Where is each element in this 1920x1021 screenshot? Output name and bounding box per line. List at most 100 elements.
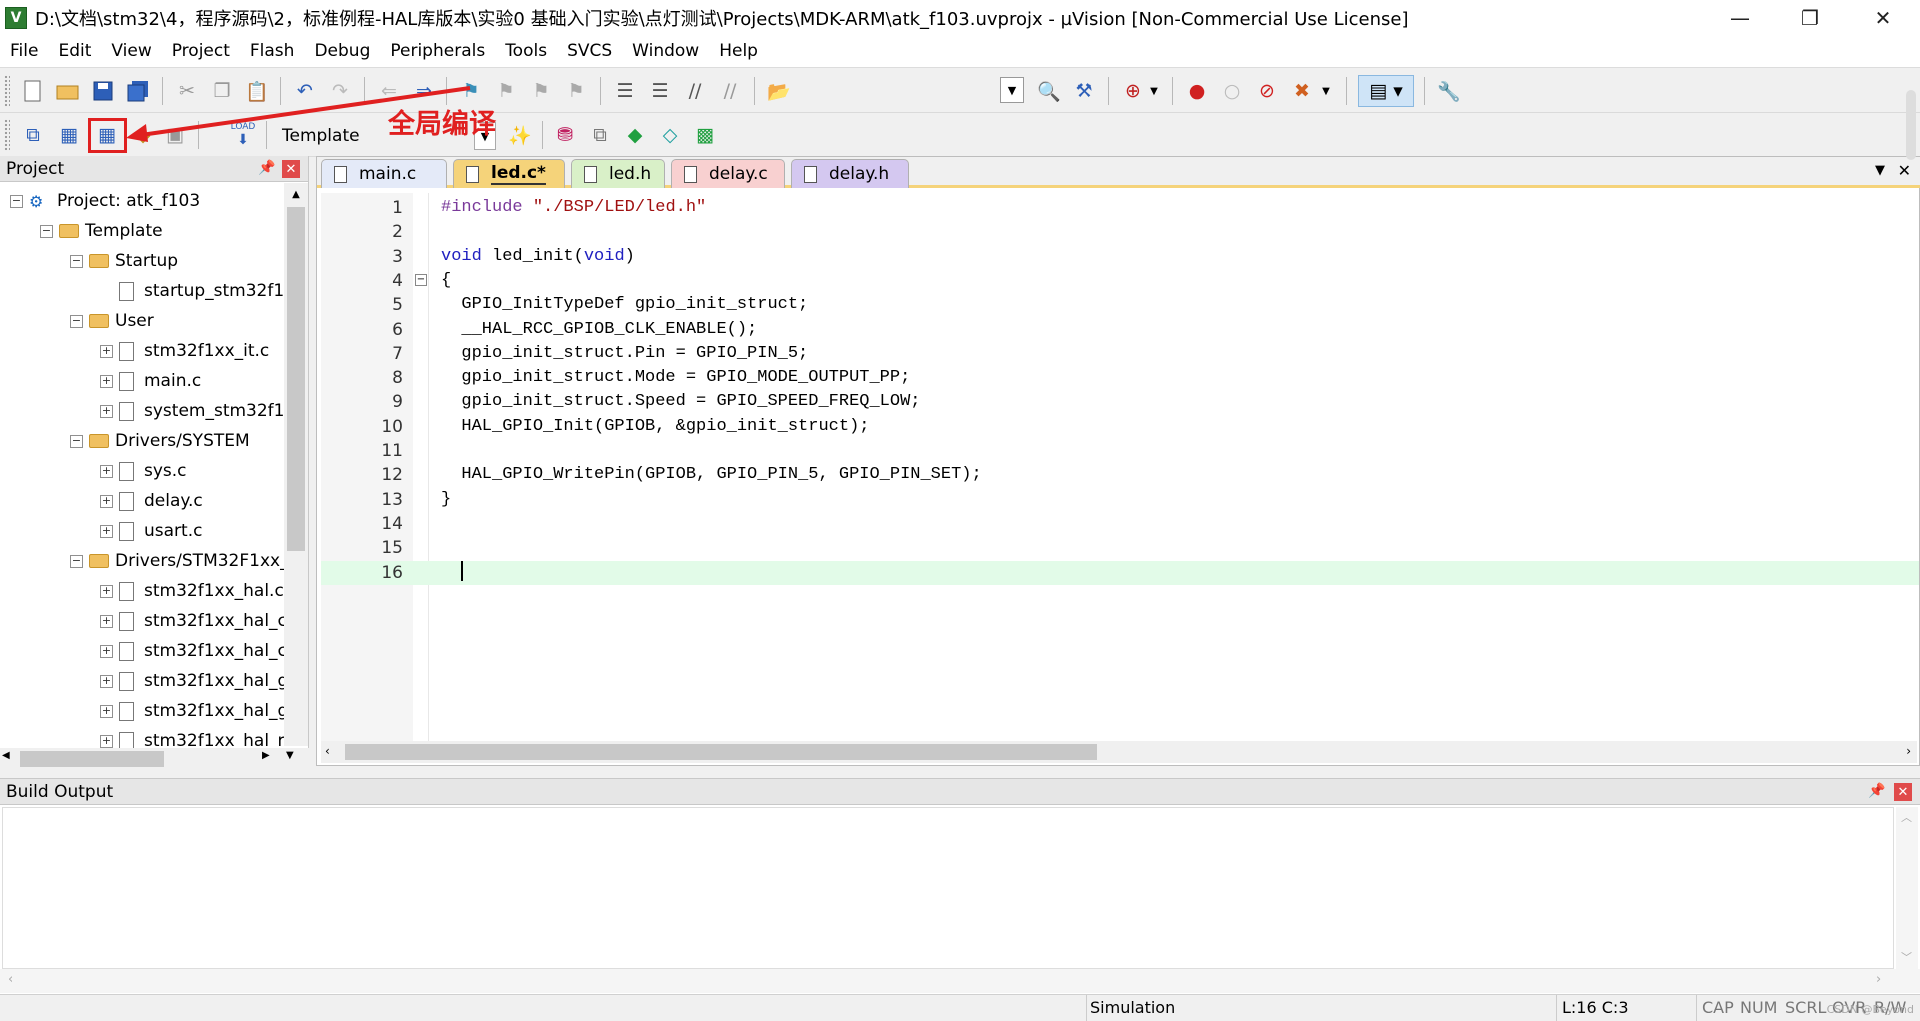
window-vertical-scrollbar[interactable] <box>1906 90 1916 160</box>
scroll-up-icon[interactable]: ︿ <box>1901 809 1912 825</box>
tree-item[interactable]: − Drivers/SYSTEM <box>70 426 250 456</box>
project-horizontal-scrollbar[interactable]: ◀ ▶ ▼ <box>0 748 309 770</box>
collapse-icon[interactable]: − <box>70 254 83 268</box>
tree-item[interactable]: − User <box>70 306 154 336</box>
code-line[interactable]: 8 gpio_init_struct.Mode = GPIO_MODE_OUTP… <box>321 366 1919 390</box>
scroll-thumb[interactable] <box>345 744 1097 760</box>
tree-item[interactable]: − ⚙ Project: atk_f103 <box>10 186 200 216</box>
tab-led-h[interactable]: led.h <box>571 159 665 188</box>
menu-file[interactable]: File <box>0 35 48 68</box>
incremental-find-icon[interactable]: ⚒ <box>1069 76 1099 106</box>
event-recorder-icon[interactable]: ▩ <box>690 120 720 150</box>
enable-breakpoint-icon[interactable]: ○ <box>1217 76 1247 106</box>
pin-icon[interactable]: 📌 <box>1868 783 1885 799</box>
expand-icon[interactable]: + <box>100 494 113 508</box>
code-line[interactable]: 16 <box>321 560 1919 585</box>
maximize-button[interactable]: ❐ <box>1775 0 1845 35</box>
expand-icon[interactable]: + <box>100 374 113 388</box>
scroll-left-icon[interactable]: ‹ <box>8 972 13 987</box>
translate-icon[interactable]: ⧉ <box>18 120 48 150</box>
expand-icon[interactable]: + <box>100 464 113 478</box>
tree-item[interactable]: + stm32f1xx_it.c <box>100 336 269 366</box>
collapse-icon[interactable]: − <box>40 224 53 238</box>
new-file-icon[interactable] <box>18 76 48 106</box>
scroll-left-icon[interactable]: ◀ <box>2 750 10 761</box>
expand-icon[interactable]: + <box>100 584 113 598</box>
unindent-icon[interactable]: ☰ <box>645 76 675 106</box>
tree-item[interactable]: + usart.c <box>100 516 202 546</box>
code-line[interactable]: 11 <box>321 439 1919 463</box>
code-editor[interactable]: 1 #include "./BSP/LED/led.h" 2 3 void led_in… <box>321 193 1919 741</box>
menu-project[interactable]: Project <box>162 35 240 68</box>
project-vertical-scrollbar[interactable]: ▲ <box>284 183 308 746</box>
expand-icon[interactable]: + <box>100 734 113 748</box>
code-line[interactable]: 9 gpio_init_struct.Speed = GPIO_SPEED_FR… <box>321 390 1919 414</box>
disable-breakpoints-icon[interactable]: ⊘ <box>1252 76 1282 106</box>
insert-breakpoint-icon[interactable]: ● <box>1182 76 1212 106</box>
window-layout-icon[interactable]: ▤ ▾ <box>1358 75 1414 107</box>
close-panel-button[interactable]: ✕ <box>282 160 300 178</box>
menu-window[interactable]: Window <box>622 35 709 68</box>
menu-tools[interactable]: Tools <box>495 35 557 68</box>
next-bookmark-icon[interactable]: ⚑ <box>526 76 556 106</box>
options-for-target-icon[interactable]: ✨ <box>505 120 535 150</box>
toolbar-grip[interactable] <box>4 75 10 107</box>
code-line[interactable]: 5 GPIO_InitTypeDef gpio_init_struct; <box>321 293 1919 317</box>
find-in-files-icon[interactable]: 📂 <box>764 76 794 106</box>
save-icon[interactable] <box>88 76 118 106</box>
tree-item[interactable]: + stm32f1xx_hal_r <box>100 726 285 748</box>
scroll-up-icon[interactable]: ▲ <box>284 183 308 205</box>
code-line[interactable]: 12 HAL_GPIO_WritePin(GPIOB, GPIO_PIN_5, … <box>321 463 1919 487</box>
code-line[interactable]: 15 <box>321 536 1919 560</box>
manage-run-time-environment-icon[interactable]: ◆ <box>620 120 650 150</box>
menu-svcs[interactable]: SVCS <box>557 35 622 68</box>
code-line[interactable]: 4− { <box>321 269 1919 293</box>
tree-item[interactable]: − Startup <box>70 246 178 276</box>
editor-horizontal-scrollbar[interactable]: ‹ › <box>321 741 1917 763</box>
close-panel-button[interactable]: ✕ <box>1894 783 1912 801</box>
configure-tools-icon[interactable]: 🔧 <box>1434 76 1464 106</box>
breakpoint-dropdown-chevron-icon[interactable]: ▼ <box>1318 76 1334 106</box>
debug-session-icon[interactable]: ⊕ <box>1118 76 1148 106</box>
build-output-text[interactable] <box>2 807 1894 969</box>
tab-list-chevron-down-icon[interactable]: ▼ <box>1875 163 1885 178</box>
minimize-button[interactable]: — <box>1705 0 1775 35</box>
find-icon[interactable]: 🔍 <box>1034 76 1064 106</box>
tree-item[interactable]: startup_stm32f1( <box>100 276 285 306</box>
tree-item[interactable]: − Template <box>40 216 163 246</box>
select-packs-icon[interactable]: ⧉ <box>585 120 615 150</box>
scroll-thumb[interactable] <box>287 207 305 551</box>
scroll-down-icon[interactable]: ▼ <box>286 750 294 761</box>
collapse-icon[interactable]: − <box>70 434 83 448</box>
comment-icon[interactable]: // <box>680 76 710 106</box>
build-output-vertical-scrollbar[interactable]: ︿ ﹀ <box>1896 807 1918 969</box>
scroll-down-icon[interactable]: ﹀ <box>1901 949 1912 965</box>
menu-view[interactable]: View <box>101 35 161 68</box>
scroll-right-icon[interactable]: › <box>1906 744 1911 758</box>
tree-item[interactable]: + stm32f1xx_hal_g <box>100 696 285 726</box>
scroll-left-icon[interactable]: ‹ <box>325 744 330 758</box>
tree-item[interactable]: + stm32f1xx_hal_c <box>100 606 285 636</box>
tree-item[interactable]: + delay.c <box>100 486 203 516</box>
expand-icon[interactable]: + <box>100 404 113 418</box>
tree-item[interactable]: + stm32f1xx_hal_c <box>100 636 285 666</box>
expand-icon[interactable]: + <box>100 524 113 538</box>
menu-peripherals[interactable]: Peripherals <box>380 35 495 68</box>
tree-item[interactable]: + sys.c <box>100 456 187 486</box>
code-line[interactable]: 10 HAL_GPIO_Init(GPIOB, &gpio_init_struc… <box>321 415 1919 439</box>
kill-breakpoints-icon[interactable]: ✖ <box>1287 76 1317 106</box>
expand-icon[interactable]: + <box>100 644 113 658</box>
build-output-horizontal-scrollbar[interactable]: ‹ › <box>0 969 1920 993</box>
code-line[interactable]: 2 <box>321 220 1919 244</box>
collapse-icon[interactable]: − <box>70 554 83 568</box>
expand-icon[interactable]: + <box>100 674 113 688</box>
scroll-right-icon[interactable]: ▶ <box>262 750 270 761</box>
expand-icon[interactable]: + <box>100 614 113 628</box>
tab-led-c[interactable]: led.c* <box>453 159 565 188</box>
tab-delay-h[interactable]: delay.h <box>791 159 909 188</box>
uncomment-icon[interactable]: // <box>715 76 745 106</box>
tree-item[interactable]: + main.c <box>100 366 201 396</box>
tree-item[interactable]: − Drivers/STM32F1xx_ <box>70 546 285 576</box>
find-dropdown-chevron-icon[interactable]: ▼ <box>1000 77 1024 103</box>
code-line[interactable]: 3 void led_init(void) <box>321 245 1919 269</box>
